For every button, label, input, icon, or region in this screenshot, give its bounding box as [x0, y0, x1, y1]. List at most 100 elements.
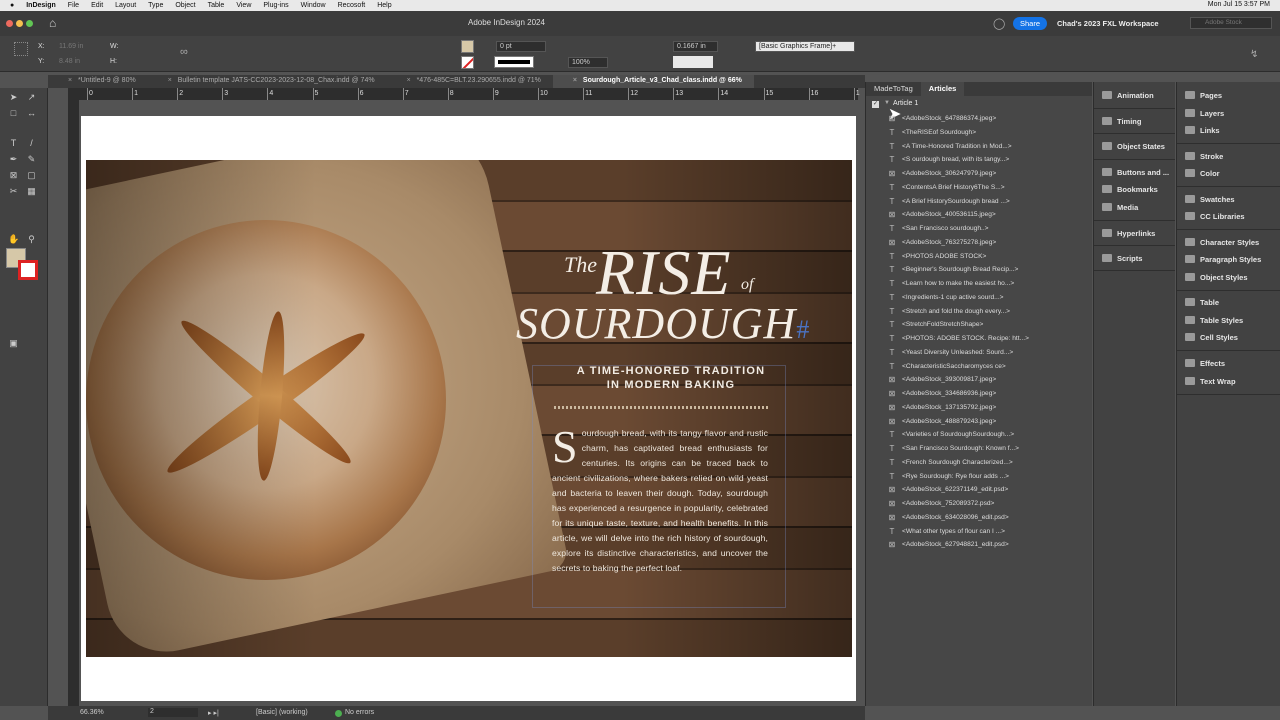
article-item[interactable]: ⊠ <AdobeStock_400536115.jpeg> [889, 210, 996, 219]
menu-app[interactable]: InDesign [26, 2, 56, 9]
zoom-window-button[interactable] [26, 20, 33, 27]
panel-color[interactable]: Color [1185, 169, 1220, 178]
rectangle-tool-icon[interactable]: ▢ [26, 170, 37, 181]
stroke-color-swatch[interactable] [18, 260, 38, 280]
menu-window[interactable]: Window [301, 2, 326, 9]
menu-help[interactable]: Help [377, 2, 391, 9]
close-tab-icon[interactable]: × [573, 77, 577, 84]
page-number-field[interactable]: 2 [148, 708, 198, 717]
article-item[interactable]: T <PHOTOS: ADOBE STOCK. Recipe: htt...> [890, 334, 1029, 343]
menu-file[interactable]: File [68, 2, 79, 9]
panel-object-states[interactable]: Object States [1102, 142, 1165, 151]
article-item[interactable]: ⊠ <AdobeStock_393009817.jpeg> [889, 375, 997, 384]
article-item[interactable]: ⊠ <AdobeStock_488879243.jpeg> [889, 417, 997, 426]
share-button[interactable]: Share [1013, 17, 1048, 30]
article-item[interactable]: T <S ourdough bread, with its tangy...> [890, 155, 1010, 164]
article-item[interactable]: T <A Time-Honored Tradition in Mod...> [890, 142, 1012, 151]
tab-476-485c[interactable]: × *476-485C=BLT.23.290655.indd @ 71% [387, 75, 553, 88]
article-item[interactable]: ⊠ <AdobeStock_647886374.jpeg> [889, 114, 997, 123]
lightning-icon[interactable]: ↯ [1250, 49, 1258, 60]
workspace-switcher[interactable]: Chad's 2023 FXL Workspace [1057, 19, 1159, 28]
tab-articles[interactable]: Articles [920, 82, 965, 96]
sourdough-photo-frame[interactable]: The RISE of SOURDOUGH# A TIME-HONORED TR… [86, 160, 852, 657]
close-tab-icon[interactable]: × [407, 77, 411, 84]
vertical-ruler[interactable] [68, 100, 79, 706]
article-item[interactable]: T <A Brief HistorySourdough bread ...> [890, 197, 1010, 206]
x-field[interactable]: 11.69 in [56, 42, 106, 53]
article-item[interactable]: ⊠ <AdobeStock_634028096_edit.psd> [889, 513, 1009, 522]
article-item[interactable]: T <French Sourdough Characterized...> [890, 458, 1013, 467]
article-item[interactable]: T <TheRISEof Sourdough> [890, 128, 977, 137]
fill-swatch[interactable] [461, 40, 474, 53]
menu-type[interactable]: Type [148, 2, 163, 9]
article-item[interactable]: ⊠ <AdobeStock_752089372.psd> [889, 499, 995, 508]
selection-tool-icon[interactable]: ➤ [8, 92, 19, 103]
article-item[interactable]: ⊠ <AdobeStock_622371149_edit.psd> [889, 485, 1009, 494]
article-item[interactable]: T <ContentsA Brief History6The S...> [890, 183, 1005, 192]
panel-cc-libraries[interactable]: CC Libraries [1185, 212, 1245, 221]
article-item[interactable]: T <Yeast Diversity Unleashed: Sourd...> [890, 348, 1014, 357]
menu-object[interactable]: Object [175, 2, 195, 9]
panel-stroke[interactable]: Stroke [1185, 152, 1223, 161]
panel-bookmarks[interactable]: Bookmarks [1102, 185, 1158, 194]
panel-table-styles[interactable]: Table Styles [1185, 316, 1243, 325]
panel-hyperlinks[interactable]: Hyperlinks [1102, 229, 1155, 238]
article-item[interactable]: T <What other types of flour can I ...> [890, 527, 1005, 536]
panel-scripts[interactable]: Scripts [1102, 254, 1142, 263]
spacing-field[interactable]: 0.1667 in [673, 41, 718, 52]
panel-media[interactable]: Media [1102, 203, 1138, 212]
screen-mode-icon[interactable]: ▣ [8, 338, 19, 349]
close-tab-icon[interactable]: × [68, 77, 72, 84]
article-item[interactable]: ⊠ <AdobeStock_137135792.jpeg> [889, 403, 997, 412]
article-item[interactable]: ⊠ <AdobeStock_306247979.jpeg> [889, 169, 997, 178]
lightbulb-icon[interactable]: ◯ [993, 17, 1005, 30]
zoom-level[interactable]: 66.36% [80, 709, 104, 716]
close-window-button[interactable] [6, 20, 13, 27]
article-item[interactable]: T <San Francisco sourdough..> [890, 224, 989, 233]
menu-layout[interactable]: Layout [115, 2, 136, 9]
panel-timing[interactable]: Timing [1102, 117, 1141, 126]
next-page-button[interactable]: ▸ ▸| [208, 709, 219, 717]
direct-selection-tool-icon[interactable]: ↗ [26, 92, 37, 103]
stroke-weight-field[interactable]: 0 pt [496, 41, 546, 52]
article-item[interactable]: ⊠ <AdobeStock_627948821_edit.psd> [889, 540, 1009, 549]
y-field[interactable]: 8.48 in [56, 57, 106, 68]
home-icon[interactable]: ⌂ [49, 16, 56, 30]
tab-bulletin-template[interactable]: × Bulletin template JATS-CC2023-2023-12-0… [148, 75, 387, 88]
menu-table[interactable]: Table [208, 2, 225, 9]
panel-layers[interactable]: Layers [1185, 109, 1224, 118]
tab-untitled-9[interactable]: × *Untitled-9 @ 80% [48, 75, 148, 88]
object-style-select[interactable]: [Basic Graphics Frame]+ [755, 41, 855, 52]
stroke-color-field[interactable] [673, 56, 713, 68]
preflight-errors[interactable]: No errors [345, 709, 374, 716]
article-item[interactable]: T <StretchFoldStretchShape> [890, 320, 984, 329]
panel-effects[interactable]: Effects [1185, 359, 1225, 368]
panel-object-styles[interactable]: Object Styles [1185, 273, 1248, 282]
article-item[interactable]: T <Learn how to make the easiest ho...> [890, 279, 1015, 288]
pencil-tool-icon[interactable]: ✎ [26, 154, 37, 165]
close-tab-icon[interactable]: × [168, 77, 172, 84]
constrain-proportions-icon[interactable]: ∞ [180, 46, 188, 58]
apple-icon[interactable]: ● [10, 2, 14, 9]
minimize-window-button[interactable] [16, 20, 23, 27]
tab-madetotag[interactable]: MadeToTag [866, 82, 921, 96]
stroke-type-select[interactable] [494, 56, 534, 68]
type-tool-icon[interactable]: T [8, 138, 19, 149]
adobe-stock-search[interactable]: Adobe Stock [1190, 17, 1272, 29]
menu-view[interactable]: View [236, 2, 251, 9]
panel-table[interactable]: Table [1185, 298, 1219, 307]
hand-tool-icon[interactable]: ✋ [8, 234, 19, 245]
scale-field[interactable]: 100% [568, 57, 608, 68]
panel-links[interactable]: Links [1185, 126, 1220, 135]
horizontal-ruler[interactable]: 0 1 2 3 4 5 6 7 8 9 10 11 12 13 14 15 16 1 [68, 88, 860, 100]
panel-buttons-and[interactable]: Buttons and ... [1102, 168, 1169, 177]
stroke-swatch[interactable] [461, 56, 474, 69]
menu-recosoft[interactable]: Recosoft [338, 2, 366, 9]
article-item[interactable]: T <Varieties of SourdoughSourdough...> [890, 430, 1015, 439]
article-item[interactable]: T <PHOTOS ADOBE STOCK> [890, 252, 987, 261]
article-item[interactable]: T <San Francisco Sourdough: Known f...> [890, 444, 1019, 453]
free-transform-tool-icon[interactable]: ▦ [26, 186, 37, 197]
article-item[interactable]: T <Ingredients-1 cup active sourd...> [890, 293, 1004, 302]
article-body-text[interactable]: Sourdough bread, with its tangy flavor a… [552, 424, 768, 576]
zoom-tool-icon[interactable]: ⚲ [26, 234, 37, 245]
